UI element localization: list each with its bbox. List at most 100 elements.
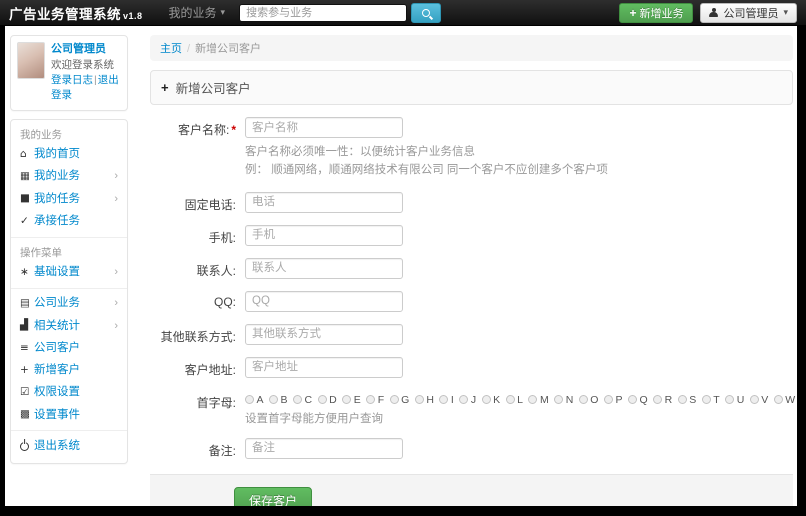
radio-letter-B[interactable]: B bbox=[269, 394, 288, 406]
field-row-remark: 备注: bbox=[150, 437, 793, 459]
sidebar-item-statistics[interactable]: ▟ 相关统计 › bbox=[11, 315, 127, 337]
radio-letter-G[interactable]: G bbox=[389, 394, 409, 406]
add-business-button[interactable]: + 新增业务 bbox=[619, 2, 694, 23]
sidebar-item-basic-settings[interactable]: ∗ 基础设置 › bbox=[11, 262, 127, 284]
radio-letter-L[interactable]: L bbox=[505, 393, 523, 406]
radio-letter-R[interactable]: R bbox=[653, 394, 672, 406]
customer-address-input[interactable] bbox=[245, 356, 403, 378]
initial-letter-help: 设置首字母能方便用户查询 bbox=[245, 412, 383, 425]
radio-circle-icon bbox=[269, 395, 279, 405]
radio-letter-F[interactable]: F bbox=[366, 394, 384, 406]
search-input[interactable] bbox=[239, 3, 408, 22]
field-label-landline: 固定电话: bbox=[184, 197, 236, 212]
sidebar-item-power[interactable]: 退出系统 bbox=[11, 435, 127, 457]
radio-letter-label: S bbox=[689, 393, 697, 406]
sidebar-item-add-customer[interactable]: + 新增客户 bbox=[11, 360, 127, 382]
field-row-contact-person: 联系人: bbox=[150, 257, 793, 279]
radio-circle-icon bbox=[505, 395, 515, 405]
radio-letter-C[interactable]: C bbox=[293, 394, 312, 406]
radio-letter-Q[interactable]: Q bbox=[627, 393, 648, 406]
radio-letter-W[interactable]: W bbox=[773, 394, 795, 406]
sidebar-item-events[interactable]: ▩ 设置事件 bbox=[11, 404, 127, 426]
radio-circle-icon bbox=[749, 395, 759, 405]
contact-person-input[interactable] bbox=[245, 257, 403, 279]
permissions-icon: ☑ bbox=[20, 386, 30, 399]
radio-circle-icon bbox=[677, 395, 687, 405]
radio-letter-label: C bbox=[304, 393, 313, 406]
menu-divider bbox=[11, 430, 127, 432]
chevron-down-icon: ▾ bbox=[220, 7, 226, 17]
page-title: 新增公司客户 bbox=[175, 82, 251, 96]
field-controls-other-contact bbox=[245, 323, 793, 345]
radio-letter-label: P bbox=[615, 393, 623, 406]
statistics-icon: ▟ bbox=[20, 319, 29, 332]
sidebar-item-permissions[interactable]: ☑ 权限设置 bbox=[11, 382, 127, 404]
radio-letter-label: U bbox=[736, 393, 745, 406]
radio-circle-icon bbox=[459, 395, 469, 405]
sidebar-item-label: 退出系统 bbox=[34, 439, 80, 452]
customer-name-input[interactable] bbox=[245, 117, 403, 138]
radio-letter-label: E bbox=[353, 393, 361, 406]
nav-menu-my-business[interactable]: 我的业务 ▾ bbox=[169, 4, 226, 21]
company-business-icon: ▤ bbox=[20, 297, 30, 310]
breadcrumb-home-link[interactable]: 主页 bbox=[160, 43, 182, 55]
panel-header: + 新增公司客户 bbox=[150, 70, 793, 105]
radio-letter-U[interactable]: U bbox=[725, 394, 744, 406]
radio-letter-P[interactable]: P bbox=[603, 393, 623, 406]
radio-letter-N[interactable]: N bbox=[554, 394, 573, 406]
radio-letter-label: O bbox=[590, 393, 599, 406]
radio-letter-D[interactable]: D bbox=[317, 394, 337, 406]
field-label-mobile: 手机: bbox=[208, 230, 236, 245]
radio-letter-V[interactable]: V bbox=[749, 394, 768, 406]
radio-letter-O[interactable]: O bbox=[578, 393, 599, 406]
field-label-other-contact: 其他联系方式: bbox=[160, 329, 236, 344]
field-controls-remark bbox=[245, 437, 793, 459]
sidebar-item-label: 基础设置 bbox=[34, 266, 80, 279]
radio-letter-label: T bbox=[713, 393, 720, 406]
sidebar-item-company-customers[interactable]: ≡ 公司客户 bbox=[11, 337, 127, 359]
radio-letter-T[interactable]: T bbox=[701, 393, 720, 406]
save-customer-button[interactable]: 保存客户 bbox=[234, 486, 313, 506]
radio-letter-M[interactable]: M bbox=[528, 394, 549, 406]
field-controls-mobile bbox=[245, 224, 793, 246]
account-dropdown-button[interactable]: 公司管理员 ▾ bbox=[700, 2, 797, 23]
radio-letter-S[interactable]: S bbox=[677, 393, 697, 406]
home-icon: ⌂ bbox=[20, 147, 27, 160]
radio-circle-icon bbox=[701, 395, 711, 405]
radio-letter-E[interactable]: E bbox=[342, 394, 361, 406]
my-business-icon: ▦ bbox=[20, 170, 30, 183]
radio-letter-K[interactable]: K bbox=[481, 393, 501, 406]
radio-letter-I[interactable]: I bbox=[439, 394, 454, 406]
chevron-down-icon: ▾ bbox=[783, 7, 788, 17]
company-customers-icon: ≡ bbox=[20, 341, 29, 354]
field-controls-contact-person bbox=[245, 257, 793, 279]
sidebar-item-label: 公司客户 bbox=[34, 341, 80, 354]
field-controls-initial-letter: ABCDEFGHIJKLMNOPQRSTUVWXYZ设置首字母能方便用户查询 bbox=[245, 390, 795, 426]
profile-name: 公司管理员 bbox=[51, 43, 106, 55]
qq-input[interactable] bbox=[245, 290, 403, 312]
sidebar-item-my-tasks[interactable]: ■ 我的任务 › bbox=[11, 188, 127, 210]
search-button[interactable] bbox=[411, 2, 442, 23]
other-contact-input[interactable] bbox=[245, 323, 403, 345]
landline-input[interactable] bbox=[245, 191, 403, 213]
radio-letter-label: K bbox=[493, 393, 501, 406]
radio-letter-label: L bbox=[517, 393, 523, 406]
app-version: v1.8 bbox=[123, 10, 143, 21]
login-log-link[interactable]: 登录日志 bbox=[51, 74, 93, 86]
sidebar-item-accept-tasks[interactable]: ✓ 承接任务 bbox=[11, 210, 127, 232]
radio-letter-J[interactable]: J bbox=[459, 394, 476, 406]
sidebar-item-my-business[interactable]: ▦ 我的业务 › bbox=[11, 166, 127, 188]
remark-input[interactable] bbox=[245, 437, 403, 459]
radio-letter-label: A bbox=[256, 393, 264, 406]
sidebar-item-label: 设置事件 bbox=[34, 408, 80, 421]
profile-links: 登录日志|退出登录 bbox=[51, 74, 119, 102]
mobile-input[interactable] bbox=[245, 224, 403, 246]
main-content: 主页/新增公司客户 + 新增公司客户 客户名称:* 客户名称必须唯一性：以便统计客… bbox=[150, 35, 795, 506]
radio-letter-label: Q bbox=[639, 393, 648, 406]
app-title[interactable]: 广告业务管理系统 v1.8 bbox=[9, 3, 143, 23]
radio-letter-H[interactable]: H bbox=[414, 394, 434, 406]
radio-circle-icon bbox=[773, 395, 783, 405]
sidebar-item-company-business[interactable]: ▤ 公司业务 › bbox=[11, 293, 127, 315]
radio-letter-A[interactable]: A bbox=[245, 394, 264, 406]
sidebar-item-home[interactable]: ⌂ 我的首页 bbox=[11, 144, 127, 166]
